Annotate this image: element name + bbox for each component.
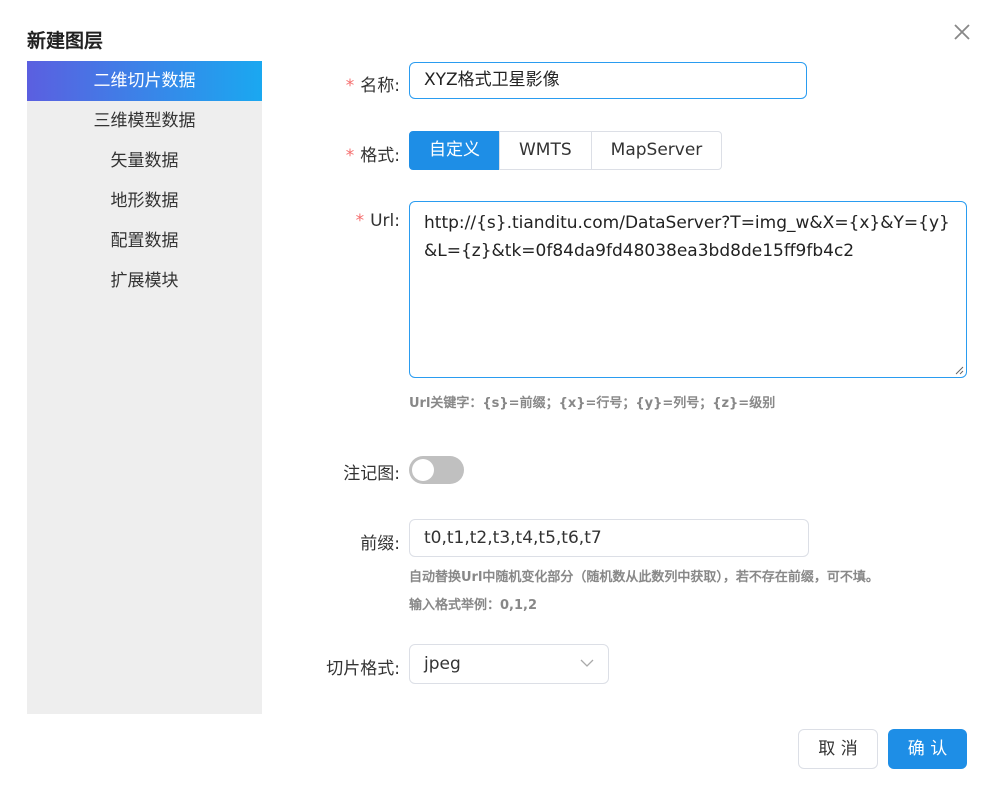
url-label: * Url: [355, 211, 400, 231]
close-icon[interactable] [950, 20, 974, 44]
annotation-toggle[interactable] [409, 456, 464, 484]
sidebar-item-config[interactable]: 配置数据 [27, 221, 262, 261]
annotation-label: 注记图: [343, 464, 400, 484]
url-hint: Url关键字：{s}=前缀；{x}=行号；{y}=列号；{z}=级别 [409, 396, 776, 411]
format-label: * 格式: [345, 146, 400, 166]
sidebar-item-vector[interactable]: 矢量数据 [27, 141, 262, 181]
chevron-down-icon [580, 659, 594, 667]
sidebar-item-terrain[interactable]: 地形数据 [27, 181, 262, 221]
sidebar-item-extensions[interactable]: 扩展模块 [27, 261, 262, 301]
cancel-button[interactable]: 取 消 [798, 729, 878, 769]
name-input[interactable]: XYZ格式卫星影像 [409, 62, 807, 99]
tile-format-value: jpeg [424, 654, 461, 674]
url-text: http://{s}.tianditu.com/DataServer?T=img… [424, 213, 950, 261]
url-textarea[interactable]: http://{s}.tianditu.com/DataServer?T=img… [409, 201, 967, 378]
prefix-input[interactable]: t0,t1,t2,t3,t4,t5,t6,t7 [409, 519, 809, 557]
tile-format-label: 切片格式: [326, 659, 400, 679]
tile-format-select[interactable]: jpeg [409, 644, 609, 684]
prefix-example: 输入格式举例：0,1,2 [409, 598, 538, 613]
format-custom-button[interactable]: 自定义 [409, 131, 500, 170]
resize-grip-icon[interactable] [954, 365, 964, 375]
sidebar-item-3d-models[interactable]: 三维模型数据 [27, 101, 262, 141]
name-label: * 名称: [345, 76, 400, 96]
required-mark: * [345, 76, 355, 96]
required-mark: * [345, 146, 355, 166]
format-mapserver-button[interactable]: MapServer [590, 131, 723, 170]
toggle-knob [412, 459, 434, 481]
confirm-button[interactable]: 确 认 [888, 729, 967, 769]
sidebar: 二维切片数据 三维模型数据 矢量数据 地形数据 配置数据 扩展模块 [27, 61, 262, 714]
dialog-title: 新建图层 [27, 30, 104, 52]
prefix-hint: 自动替换Url中随机变化部分（随机数从此数列中获取），若不存在前缀，可不填。 [409, 570, 879, 585]
prefix-label: 前缀: [360, 534, 400, 554]
format-button-group: 自定义 WMTS MapServer [409, 131, 723, 170]
required-mark: * [355, 211, 365, 231]
format-wmts-button[interactable]: WMTS [499, 131, 592, 170]
sidebar-item-2d-tiles[interactable]: 二维切片数据 [27, 61, 262, 101]
